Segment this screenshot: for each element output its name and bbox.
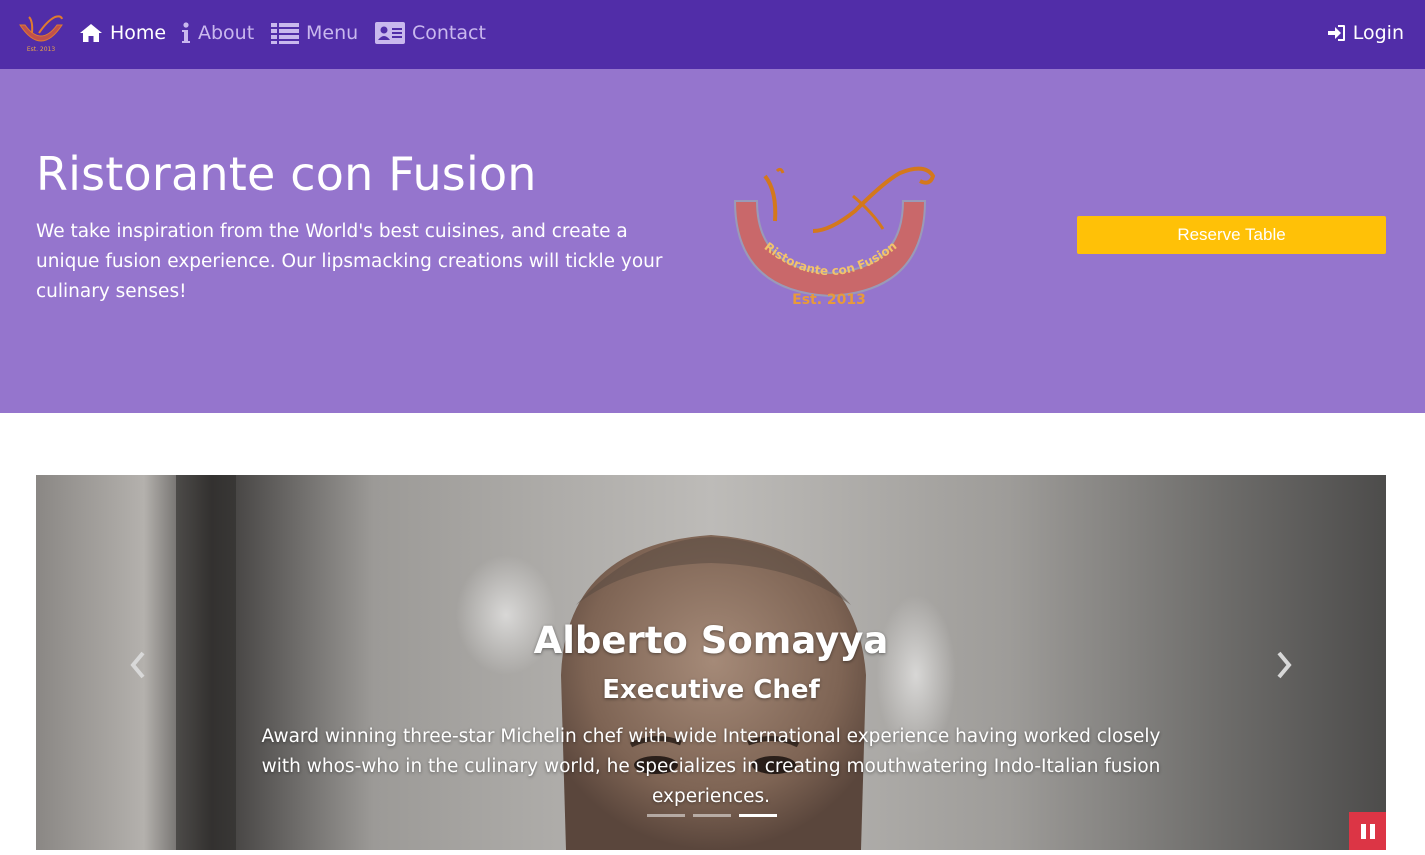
slide-description: Award winning three-star Michelin chef w… <box>261 726 1161 807</box>
nav-home[interactable]: Home <box>79 18 166 48</box>
jumbotron-description: We take inspiration from the World's bes… <box>36 221 663 302</box>
restaurant-logo: Ristorante con Fusion Est. 2013 <box>733 166 936 308</box>
navbar: Est. 2013 Home About Menu Contact Login <box>0 0 1425 69</box>
chevron-right-icon <box>1277 651 1292 679</box>
brand-logo[interactable]: Est. 2013 <box>17 13 65 53</box>
nav-about-label: About <box>198 22 255 44</box>
logo-est-text: Est. 2013 <box>792 292 866 308</box>
nav-menu[interactable]: Menu <box>271 18 358 48</box>
pause-icon <box>1360 823 1366 839</box>
sign-in-icon <box>1327 25 1345 41</box>
carousel-prev-button[interactable] <box>123 647 153 683</box>
nav-contact[interactable]: Contact <box>375 18 486 48</box>
chef-carousel: Alberto Somayya Executive Chef Award win… <box>36 475 1386 850</box>
jumbotron: Ristorante con Fusion We take inspiratio… <box>0 69 1425 413</box>
nav-contact-label: Contact <box>412 22 486 44</box>
slide-role: Executive Chef <box>602 675 820 705</box>
carousel-indicators <box>647 814 777 817</box>
carousel-indicator[interactable] <box>693 814 731 817</box>
carousel-next-button[interactable] <box>1269 647 1299 683</box>
home-icon <box>80 24 102 42</box>
nav-home-label: Home <box>110 22 167 44</box>
nav-about[interactable]: About <box>181 18 254 48</box>
brand-logo-text: Est. 2013 <box>27 46 56 53</box>
info-icon <box>182 22 190 43</box>
carousel-indicator[interactable] <box>739 814 777 817</box>
login-link[interactable]: Login <box>1327 18 1404 48</box>
chevron-left-icon <box>130 651 145 679</box>
nav-menu-label: Menu <box>306 22 359 44</box>
reserve-table-button[interactable]: Reserve Table <box>1077 216 1386 254</box>
pause-icon <box>1369 823 1375 839</box>
carousel-indicator[interactable] <box>647 814 685 817</box>
address-card-icon <box>375 22 405 44</box>
list-icon <box>271 23 299 44</box>
login-label: Login <box>1352 22 1404 44</box>
slide-name: Alberto Somayya <box>533 619 889 662</box>
carousel-pause-button[interactable] <box>1349 812 1386 850</box>
page-title: Ristorante con Fusion <box>36 147 537 201</box>
